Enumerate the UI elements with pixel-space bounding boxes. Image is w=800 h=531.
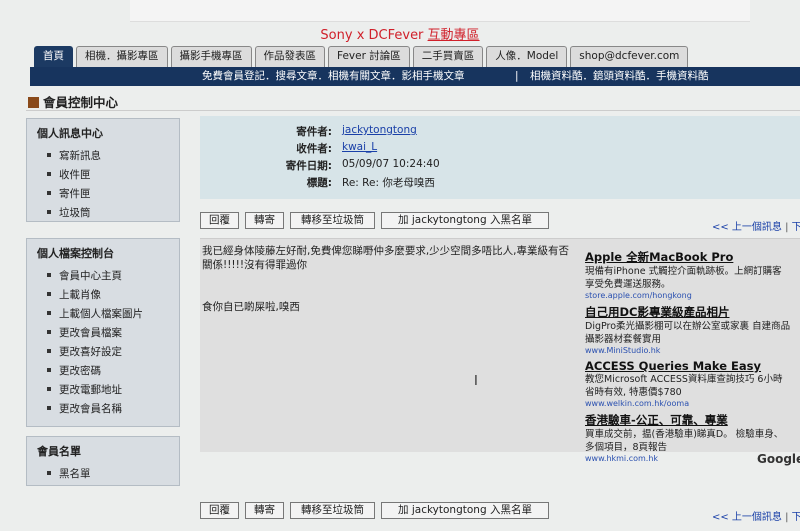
message-body-line: 食你自已啲屎啦,嗅西 xyxy=(202,301,300,313)
promo-link[interactable]: 互動專區 xyxy=(428,28,480,43)
action-bar-bottom: 回覆 轉寄 轉移至垃圾筒 加 jackytongtong 入黑名單 xyxy=(200,502,549,519)
bullet-icon xyxy=(47,368,51,372)
tab-forum[interactable]: Fever 討論區 xyxy=(328,46,410,67)
bullet-icon xyxy=(47,210,51,214)
sidebar-item-blacklist[interactable]: 黑名單 xyxy=(47,465,179,484)
sidebar-item-inbox[interactable]: 收件匣 xyxy=(47,166,179,185)
sidebar-item-profile-image[interactable]: 上載個人檔案圖片 xyxy=(47,305,179,324)
date-value: 05/09/07 10:24:40 xyxy=(342,158,440,170)
sub-navbar: 免費會員登記．搜尋文章．相機有關文章．影相手機文章 | 相機資料酷．鏡頭資料酷．… xyxy=(30,67,800,86)
title-square-icon xyxy=(28,97,39,108)
forward-button[interactable]: 轉寄 xyxy=(245,212,284,229)
sidebar-item-edit-profile[interactable]: 更改會員檔案 xyxy=(47,324,179,343)
text-cursor-icon: I xyxy=(474,374,478,389)
subject-label: 標題: xyxy=(306,177,332,189)
sidebar-item-home[interactable]: 會員中心主頁 xyxy=(47,267,179,286)
message-body-area: 我已經身体陵藤左好耐,免費俾您睇嘢仲多麼要求,少少空間多唔比人,專業級有否關係!… xyxy=(200,238,800,463)
page-title-text: 會員控制中心 xyxy=(43,95,119,110)
bullet-icon xyxy=(47,172,51,176)
next-message-link[interactable]: 下一 xyxy=(792,512,800,523)
sidebar-item-preferences[interactable]: 更改喜好設定 xyxy=(47,343,179,362)
tab-model[interactable]: 人像．Model xyxy=(486,46,568,67)
sidebar-item-sent[interactable]: 寄件匣 xyxy=(47,185,179,204)
navbar-left-links[interactable]: 免費會員登記．搜尋文章．相機有關文章．影相手機文章 xyxy=(202,67,465,86)
message-pager-bottom: << 上一個訊息 | 下一 xyxy=(712,508,800,523)
promo-line: Sony x DCFever 互動專區 xyxy=(0,24,800,43)
message-pager-top: << 上一個訊息 | 下一 xyxy=(712,218,800,233)
sidebar-item-username[interactable]: 更改會員名稱 xyxy=(47,400,179,419)
tab-camera[interactable]: 相機．攝影專區 xyxy=(76,46,168,67)
bullet-icon xyxy=(47,273,51,277)
bullet-icon xyxy=(47,191,51,195)
prev-message-link[interactable]: << 上一個訊息 xyxy=(712,512,782,523)
sidebar-item-password[interactable]: 更改密碼 xyxy=(47,362,179,381)
ad-item[interactable]: Apple 全新MacBook Pro 現備有iPhone 式觸控介面軌跡板。上… xyxy=(585,249,800,300)
tab-shop[interactable]: shop@dcfever.com xyxy=(570,46,689,67)
add-blacklist-button[interactable]: 加 jackytongtong 入黑名單 xyxy=(381,502,549,519)
sidebar-item-compose[interactable]: 寫新訊息 xyxy=(47,147,179,166)
recipient-label: 收件者: xyxy=(296,143,332,155)
sidebar-item-avatar[interactable]: 上載肖像 xyxy=(47,286,179,305)
sidebar-list-box: 會員名單 黑名單 xyxy=(26,436,180,486)
title-divider xyxy=(26,110,800,111)
sender-link[interactable]: jackytongtong xyxy=(342,124,417,136)
message-header: 寄件者: jackytongtong 收件者: kwai_L 寄件日期: 05/… xyxy=(200,116,800,199)
bullet-icon xyxy=(47,330,51,334)
bullet-icon xyxy=(47,471,51,475)
move-to-trash-button[interactable]: 轉移至垃圾筒 xyxy=(290,212,375,229)
bullet-icon xyxy=(47,292,51,296)
tab-home[interactable]: 首頁 xyxy=(34,46,73,67)
reply-button[interactable]: 回覆 xyxy=(200,502,239,519)
bullet-icon xyxy=(47,153,51,157)
bullet-icon xyxy=(47,387,51,391)
sidebar-item-trash[interactable]: 垃圾筒 xyxy=(47,204,179,223)
tab-works[interactable]: 作品發表區 xyxy=(254,46,325,67)
tab-phone[interactable]: 攝影手機專區 xyxy=(170,46,252,67)
navbar-right-links[interactable]: 相機資料酷．鏡頭資料酷．手機資料酷 xyxy=(530,67,709,86)
bullet-icon xyxy=(47,349,51,353)
top-banner xyxy=(130,0,750,22)
next-message-link[interactable]: 下一 xyxy=(792,222,800,233)
page-title: 會員控制中心 xyxy=(28,92,118,111)
reply-button[interactable]: 回覆 xyxy=(200,212,239,229)
move-to-trash-button[interactable]: 轉移至垃圾筒 xyxy=(290,502,375,519)
sidebar-list-title: 會員名單 xyxy=(37,445,81,458)
sidebar-item-email[interactable]: 更改電郵地址 xyxy=(47,381,179,400)
sidebar-profile-title: 個人檔案控制台 xyxy=(37,247,114,260)
action-bar-top: 回覆 轉寄 轉移至垃圾筒 加 jackytongtong 入黑名單 xyxy=(200,212,549,229)
tab-secondhand[interactable]: 二手買賣區 xyxy=(412,46,484,67)
subject-value: Re: Re: 你老母嗅西 xyxy=(342,177,435,189)
add-blacklist-button[interactable]: 加 jackytongtong 入黑名單 xyxy=(381,212,549,229)
navbar-separator: | xyxy=(515,70,519,82)
message-body: 我已經身体陵藤左好耐,免費俾您睇嘢仲多麼要求,少少空間多唔比人,專業級有否關係!… xyxy=(202,244,576,314)
sidebar-profile-box: 個人檔案控制台 會員中心主頁 上載肖像 上載個人檔案圖片 更改會員檔案 更改喜好… xyxy=(26,238,180,427)
main-tabs: 首頁 相機．攝影專區 攝影手機專區 作品發表區 Fever 討論區 二手買賣區 … xyxy=(34,46,689,67)
message-body-line: 我已經身体陵藤左好耐,免費俾您睇嘢仲多麼要求,少少空間多唔比人,專業級有否關係!… xyxy=(202,245,570,271)
sender-label: 寄件者: xyxy=(296,126,332,138)
ad-item[interactable]: 自己用DC影專業級產品相片 DigPro柔光攝影棚可以在辦公室或家裏 自建商品 … xyxy=(585,304,800,355)
sidebar-personal-title: 個人訊息中心 xyxy=(37,127,103,140)
date-label: 寄件日期: xyxy=(285,160,332,172)
promo-text: Sony x DCFever xyxy=(320,28,428,43)
recipient-link[interactable]: kwai_L xyxy=(342,141,377,153)
ad-item[interactable]: ACCESS Queries Make Easy 教您Microsoft ACC… xyxy=(585,359,800,408)
forward-button[interactable]: 轉寄 xyxy=(245,502,284,519)
bullet-icon xyxy=(47,406,51,410)
sidebar-personal-box: 個人訊息中心 寫新訊息 收件匣 寄件匣 垃圾筒 xyxy=(26,118,180,222)
prev-message-link[interactable]: << 上一個訊息 xyxy=(712,222,782,233)
google-ads-label[interactable]: Google xyxy=(757,452,800,466)
bullet-icon xyxy=(47,311,51,315)
ad-panel: Apple 全新MacBook Pro 現備有iPhone 式觸控介面軌跡板。上… xyxy=(585,249,800,467)
